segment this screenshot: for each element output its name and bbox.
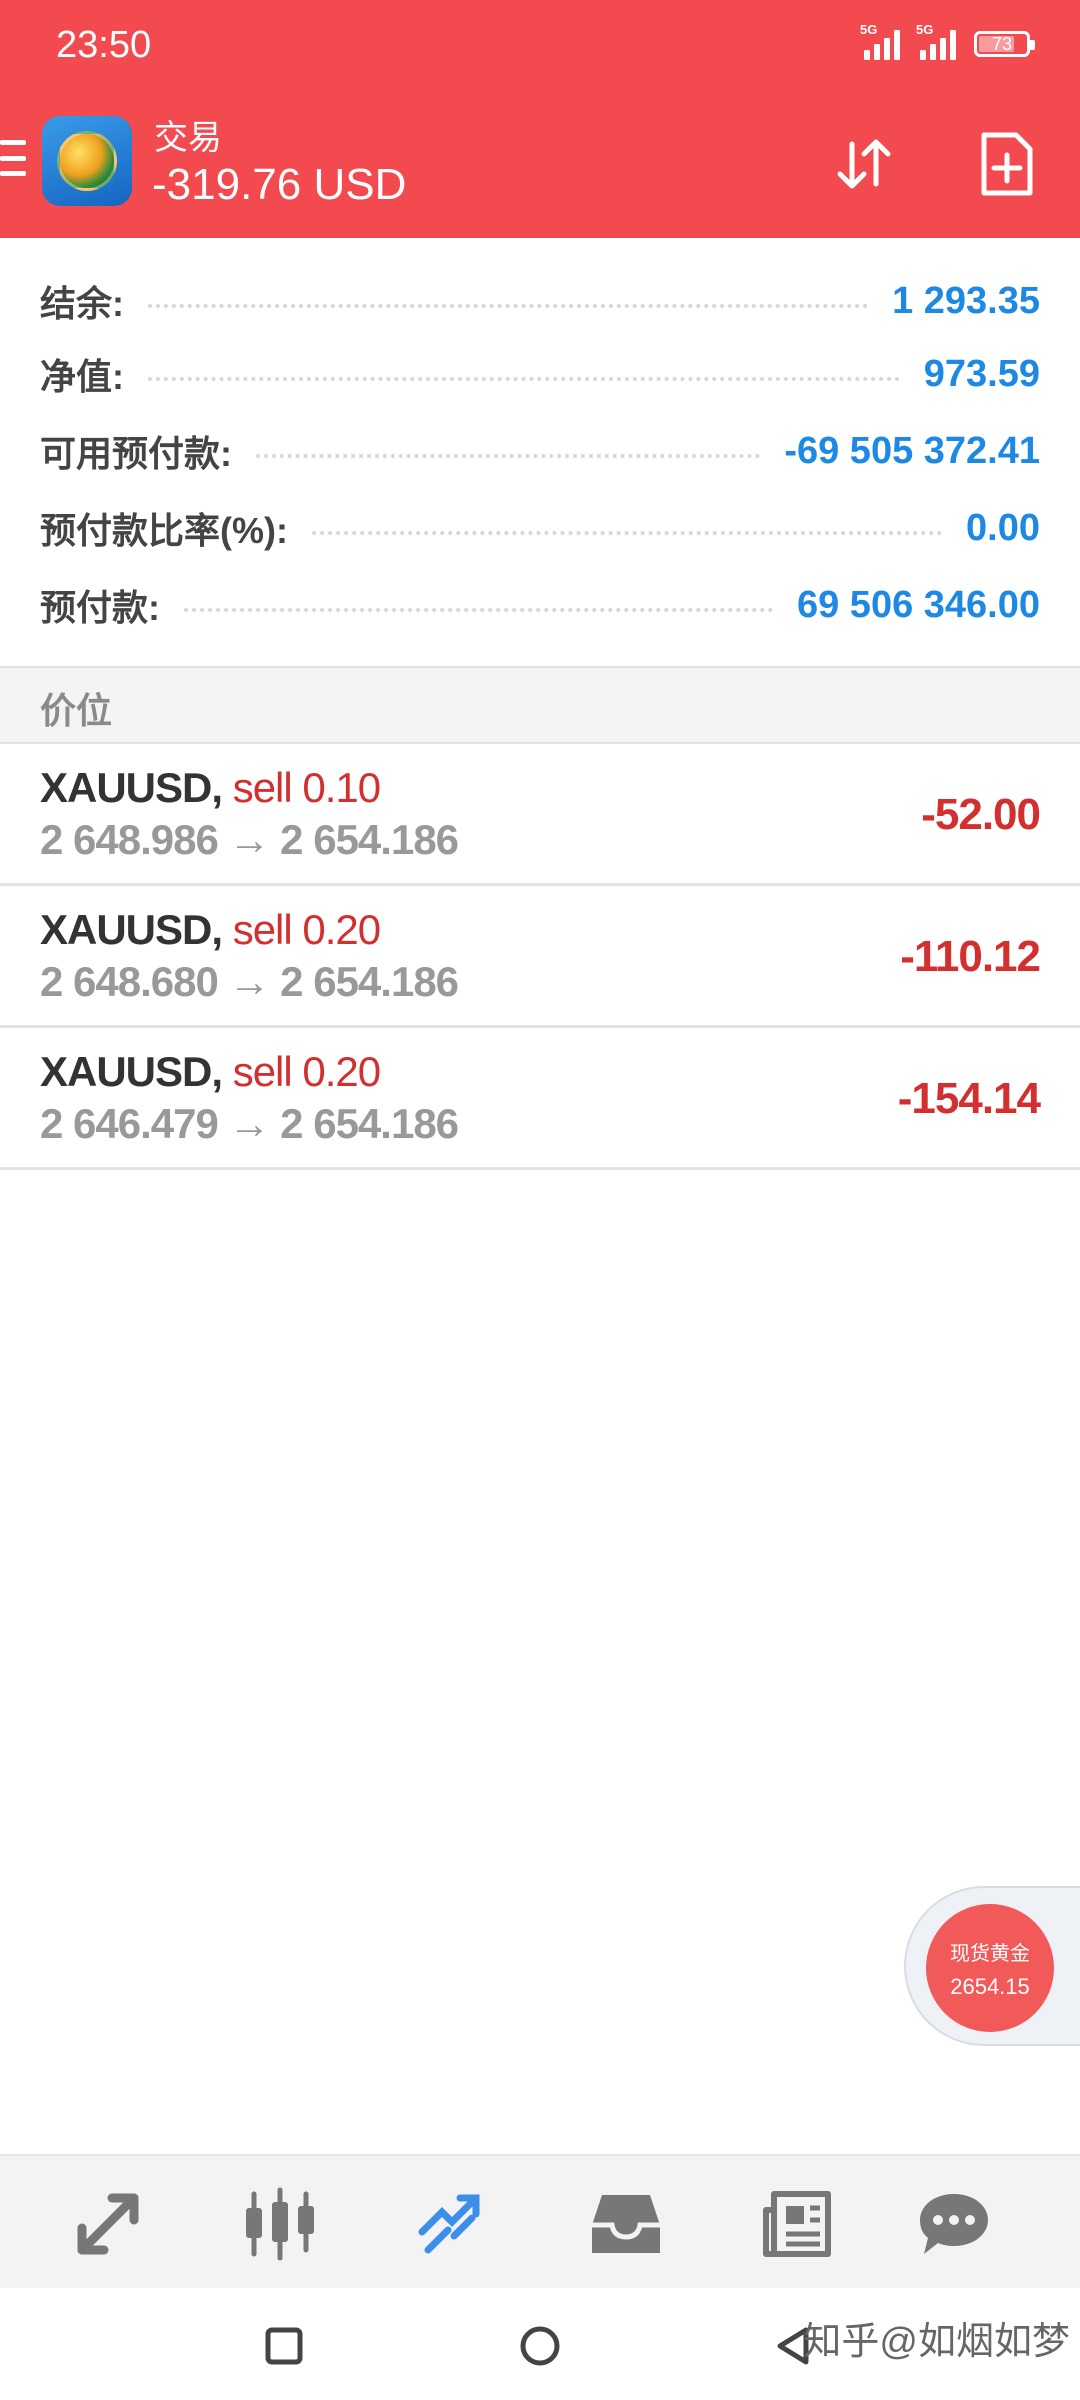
equity-row: 净值: 973.59 xyxy=(40,344,1040,404)
battery-icon: 73 xyxy=(974,31,1035,57)
position-prices: 2 648.680 → 2 654.186 xyxy=(40,958,459,1005)
signal-tag: 5G xyxy=(916,22,934,37)
position-symbol: XAUUSD, xyxy=(40,764,223,811)
new-order-button[interactable] xyxy=(968,126,1044,202)
nav-news[interactable] xyxy=(746,2176,846,2272)
account-summary: 结余: 1 293.35 净值: 973.59 可用预付款: -69 505 3… xyxy=(0,238,1080,666)
position-row[interactable]: XAUUSD, sell 0.10 2 648.986 → 2 654.186 … xyxy=(0,744,1080,886)
signal-icon: 5G xyxy=(916,22,956,60)
position-profit: -110.12 xyxy=(900,932,1041,981)
nav-trade[interactable] xyxy=(402,2176,502,2272)
app-logo xyxy=(42,116,132,206)
position-row[interactable]: XAUUSD, sell 0.20 2 646.479 → 2 654.186 … xyxy=(0,1028,1080,1170)
equity-value: 973.59 xyxy=(923,352,1040,395)
signal-icon: 5G xyxy=(860,22,900,60)
chart-icon xyxy=(246,2187,314,2261)
trade-icon xyxy=(418,2194,480,2254)
status-time: 23:50 xyxy=(56,24,152,66)
app-header: 23:50 5G 5G 73 交易 -319.76 USD xyxy=(0,0,1080,238)
new-order-icon xyxy=(981,132,1033,196)
nav-chart[interactable] xyxy=(230,2176,330,2272)
nav-history[interactable] xyxy=(576,2176,676,2272)
position-side: sell 0.20 xyxy=(232,1048,381,1095)
sort-icon xyxy=(837,139,891,189)
margin-row: 预付款: 69 506 346.00 xyxy=(40,575,1040,635)
quotes-icon xyxy=(77,2193,139,2255)
margin-label: 预付款: xyxy=(40,587,160,628)
home-button[interactable] xyxy=(510,2316,570,2376)
position-prices: 2 646.479 → 2 654.186 xyxy=(40,1100,459,1147)
bottom-navigation xyxy=(0,2154,1080,2288)
signal-tag: 5G xyxy=(860,22,878,37)
gold-price-bubble[interactable]: 现货黄金 2654.15 xyxy=(926,1904,1054,2032)
widget-title: 现货黄金 xyxy=(950,1942,1030,1965)
balance-value: 1 293.35 xyxy=(892,279,1040,322)
position-side: sell 0.10 xyxy=(232,764,381,811)
chat-icon xyxy=(920,2194,988,2254)
menu-icon[interactable] xyxy=(0,140,26,176)
position-symbol: XAUUSD, xyxy=(40,906,223,953)
free-margin-row: 可用预付款: -69 505 372.41 xyxy=(40,421,1040,481)
position-profit: -154.14 xyxy=(897,1074,1041,1123)
free-margin-value: -69 505 372.41 xyxy=(784,429,1040,472)
position-row[interactable]: XAUUSD, sell 0.20 2 648.680 → 2 654.186 … xyxy=(0,886,1080,1028)
square-icon xyxy=(265,2327,303,2365)
system-navigation: 知乎@如烟如梦 xyxy=(0,2288,1080,2400)
position-profit: -52.00 xyxy=(921,790,1041,839)
gold-price-widget[interactable]: 现货黄金 2654.15 xyxy=(904,1886,1080,2046)
position-symbol: XAUUSD, xyxy=(40,1048,223,1095)
position-prices: 2 648.986 → 2 654.186 xyxy=(40,816,459,863)
recents-button[interactable] xyxy=(254,2316,314,2376)
balance-label: 结余: xyxy=(40,283,124,324)
widget-price: 2654.15 xyxy=(950,1973,1030,1999)
status-icons: 5G 5G 73 xyxy=(860,22,1035,60)
margin-level-label: 预付款比率(%): xyxy=(40,510,288,551)
free-margin-label: 可用预付款: xyxy=(40,433,232,474)
watermark: 知乎@如烟如梦 xyxy=(803,2321,1070,2363)
margin-value: 69 506 346.00 xyxy=(796,583,1040,626)
position-side: sell 0.20 xyxy=(232,906,381,953)
news-icon xyxy=(763,2191,831,2257)
balance-row: 结余: 1 293.35 xyxy=(40,271,1040,331)
circle-icon xyxy=(520,2326,560,2366)
margin-level-value: 0.00 xyxy=(966,506,1040,549)
nav-quotes[interactable] xyxy=(58,2176,158,2272)
battery-level: 73 xyxy=(991,33,1013,54)
section-label: 价位 xyxy=(40,690,113,731)
equity-label: 净值: xyxy=(40,356,124,397)
nav-chat[interactable] xyxy=(904,2176,1004,2272)
header-balance: -319.76 USD xyxy=(152,160,407,209)
sort-button[interactable] xyxy=(826,126,902,202)
history-icon xyxy=(592,2195,660,2253)
page-title: 交易 xyxy=(154,119,222,157)
positions-section-header: 价位 xyxy=(0,666,1080,744)
margin-level-row: 预付款比率(%): 0.00 xyxy=(40,498,1040,558)
